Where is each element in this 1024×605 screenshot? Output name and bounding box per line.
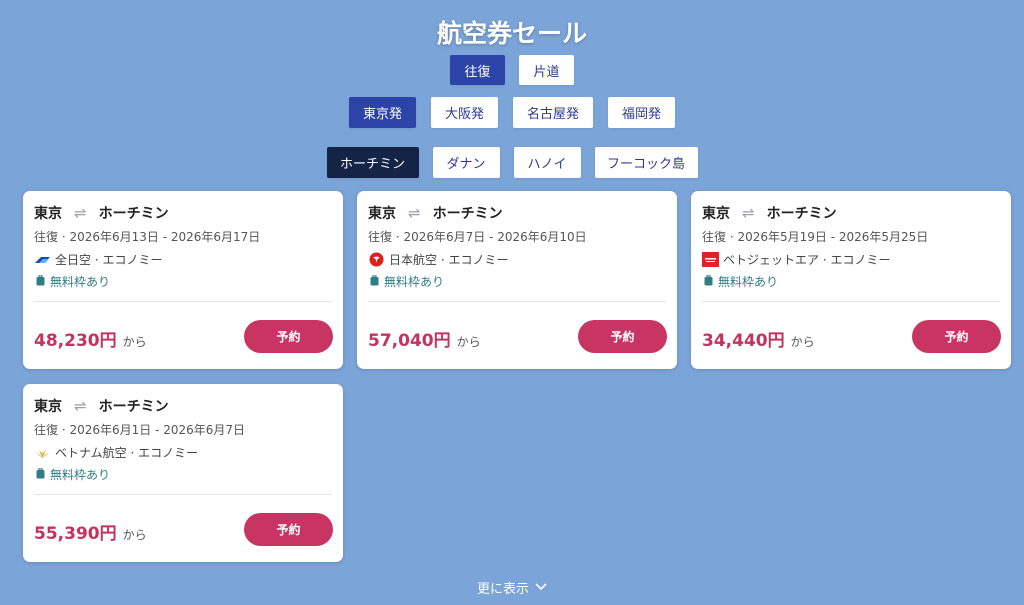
price: 57,040円	[368, 331, 451, 351]
price-from-label: から	[122, 335, 147, 349]
round-trip-arrows-icon: ⇌	[74, 397, 87, 415]
show-more-button[interactable]: 更に表示	[0, 578, 1024, 597]
luggage-icon	[36, 467, 45, 482]
luggage-icon	[36, 274, 45, 289]
baggage-label: 無料枠あり	[384, 275, 445, 289]
dest-da-nang[interactable]: ダナン	[432, 147, 500, 178]
baggage-info: 無料枠あり	[704, 273, 778, 290]
book-button[interactable]: 予約	[244, 320, 333, 353]
flight-card: 東京 ⇌ ホーチミン 往復 · 2026年5月19日 - 2026年5月25日 …	[691, 191, 1011, 369]
dest-ho-chi-minh[interactable]: ホーチミン	[326, 147, 419, 178]
price-from-label: から	[456, 335, 481, 349]
route-origin: 東京	[34, 399, 62, 415]
flight-card: 東京 ⇌ ホーチミン 往復 · 2026年6月7日 - 2026年6月10日 日…	[357, 191, 677, 369]
route-destination: ホーチミン	[98, 206, 169, 222]
jal-logo-icon	[368, 252, 385, 267]
baggage-info: 無料枠あり	[370, 273, 444, 290]
price-block: 48,230円 から	[34, 326, 147, 351]
route-origin: 東京	[368, 206, 396, 222]
baggage-info: 無料枠あり	[36, 466, 110, 483]
airline-label: ベトナム航空 · エコノミー	[55, 446, 199, 460]
baggage-label: 無料枠あり	[50, 275, 111, 289]
flight-card: 東京 ⇌ ホーチミン 往復 · 2026年6月1日 - 2026年6月7日 ベト…	[23, 384, 343, 562]
price: 34,440円	[702, 331, 785, 351]
page-title: 航空券セール	[436, 19, 587, 48]
route-destination: ホーチミン	[98, 399, 169, 415]
dest-phu-quoc[interactable]: フーコック島	[594, 147, 698, 178]
airline-info: 全日空 · エコノミー	[34, 251, 162, 268]
airline-info: 日本航空 · エコノミー	[368, 251, 508, 268]
divider	[368, 301, 666, 302]
tab-round-trip[interactable]: 往復	[450, 55, 505, 85]
trip-dates: 往復 · 2026年6月13日 - 2026年6月17日	[34, 230, 261, 244]
origin-fukuoka[interactable]: 福岡発	[608, 97, 675, 128]
vietjet-logo-icon	[702, 252, 719, 267]
route-destination: ホーチミン	[766, 206, 837, 222]
baggage-label: 無料枠あり	[718, 275, 779, 289]
chevron-down-icon	[535, 580, 547, 595]
divider	[702, 301, 1000, 302]
route-origin: 東京	[34, 206, 62, 222]
price-block: 34,440円 から	[702, 326, 815, 351]
price-block: 55,390円 から	[34, 519, 147, 544]
route: 東京 ⇌ ホーチミン	[34, 203, 169, 223]
ana-logo-icon	[34, 253, 51, 267]
price-from-label: から	[122, 528, 147, 542]
tab-one-way[interactable]: 片道	[519, 55, 574, 85]
trip-dates: 往復 · 2026年5月19日 - 2026年5月25日	[702, 230, 929, 244]
price-block: 57,040円 から	[368, 326, 481, 351]
origin-osaka[interactable]: 大阪発	[431, 97, 498, 128]
origin-tokyo[interactable]: 東京発	[349, 97, 416, 128]
vietnam-airlines-logo-icon	[34, 446, 51, 460]
trip-type-selector: 往復 片道	[0, 55, 1024, 85]
luggage-icon	[370, 274, 379, 289]
origin-selector: 東京発 大阪発 名古屋発 福岡発	[0, 97, 1024, 128]
price: 48,230円	[34, 331, 117, 351]
airline-label: 全日空 · エコノミー	[55, 253, 163, 267]
route: 東京 ⇌ ホーチミン	[702, 203, 837, 223]
destination-selector: ホーチミン ダナン ハノイ フーコック島	[0, 147, 1024, 178]
book-button[interactable]: 予約	[578, 320, 667, 353]
airline-label: 日本航空 · エコノミー	[389, 253, 509, 267]
dest-hanoi[interactable]: ハノイ	[513, 147, 581, 178]
baggage-info: 無料枠あり	[36, 273, 110, 290]
flight-card: 東京 ⇌ ホーチミン 往復 · 2026年6月13日 - 2026年6月17日 …	[23, 191, 343, 369]
book-button[interactable]: 予約	[244, 513, 333, 546]
luggage-icon	[704, 274, 713, 289]
show-more-label: 更に表示	[476, 582, 529, 597]
price: 55,390円	[34, 524, 117, 544]
price-from-label: から	[790, 335, 815, 349]
airline-info: ベトジェットエア · エコノミー	[702, 251, 890, 268]
trip-dates: 往復 · 2026年6月7日 - 2026年6月10日	[368, 230, 587, 244]
route-destination: ホーチミン	[432, 206, 503, 222]
baggage-label: 無料枠あり	[50, 468, 111, 482]
round-trip-arrows-icon: ⇌	[74, 204, 87, 222]
route: 東京 ⇌ ホーチミン	[34, 396, 169, 416]
origin-nagoya[interactable]: 名古屋発	[513, 97, 593, 128]
round-trip-arrows-icon: ⇌	[408, 204, 421, 222]
book-button[interactable]: 予約	[912, 320, 1001, 353]
round-trip-arrows-icon: ⇌	[742, 204, 755, 222]
airline-info: ベトナム航空 · エコノミー	[34, 444, 198, 461]
route: 東京 ⇌ ホーチミン	[368, 203, 503, 223]
trip-dates: 往復 · 2026年6月1日 - 2026年6月7日	[34, 423, 246, 437]
divider	[34, 301, 332, 302]
divider	[34, 494, 332, 495]
airline-label: ベトジェットエア · エコノミー	[723, 253, 891, 267]
route-origin: 東京	[702, 206, 730, 222]
